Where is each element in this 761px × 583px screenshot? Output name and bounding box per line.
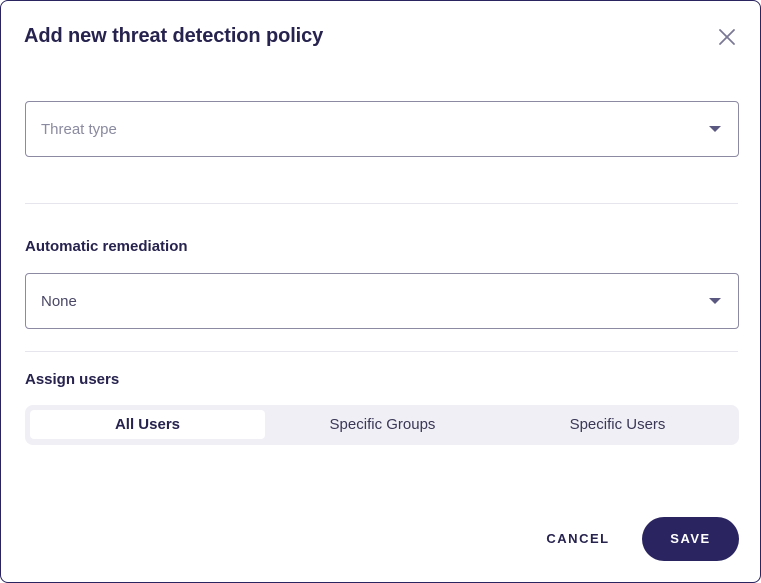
remediation-value: None — [41, 293, 77, 310]
threat-type-placeholder: Threat type — [41, 121, 117, 138]
segment-specific-groups[interactable]: Specific Groups — [265, 410, 500, 439]
assign-users-segmented-control: All Users Specific Groups Specific Users — [25, 405, 739, 445]
section-divider — [25, 351, 738, 352]
threat-policy-dialog: Add new threat detection policy Threat t… — [0, 0, 761, 583]
section-divider — [25, 203, 738, 204]
chevron-down-icon — [709, 298, 721, 304]
segment-specific-users[interactable]: Specific Users — [500, 410, 735, 439]
close-icon — [719, 29, 735, 45]
cancel-button[interactable]: CANCEL — [533, 519, 623, 559]
dialog-title: Add new threat detection policy — [24, 25, 324, 47]
close-button[interactable] — [715, 25, 739, 49]
remediation-label: Automatic remediation — [25, 238, 188, 255]
threat-type-select[interactable]: Threat type — [25, 101, 739, 157]
remediation-select[interactable]: None — [25, 273, 739, 329]
assign-users-label: Assign users — [25, 371, 120, 388]
save-button[interactable]: SAVE — [642, 517, 739, 561]
chevron-down-icon — [709, 126, 721, 132]
segment-all-users[interactable]: All Users — [30, 410, 265, 439]
